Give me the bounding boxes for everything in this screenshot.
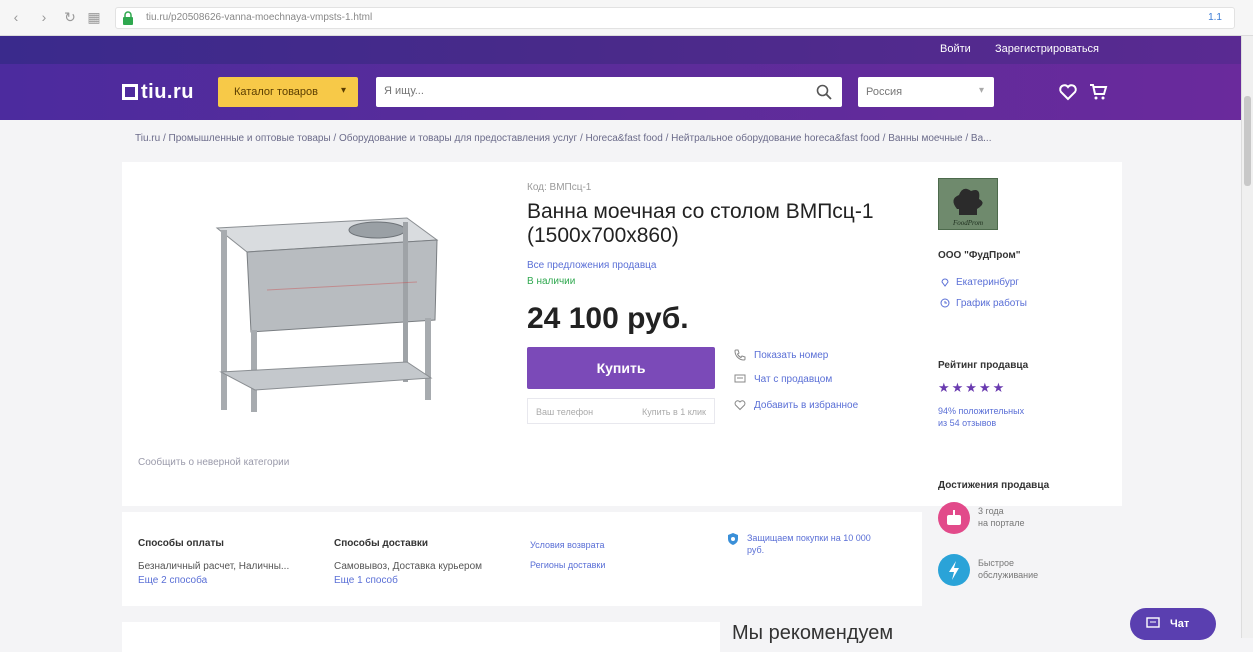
delivery-regions-link[interactable]: Регионы доставки [530,560,605,570]
cart-icon[interactable] [1088,82,1108,102]
show-phone-label: Показать номер [754,350,829,361]
payment-text: Безналичный расчет, Наличны... [138,561,290,572]
extension-label[interactable]: 1.1 [1208,12,1222,23]
lock-icon [123,11,133,25]
achievement-fast-text: Быстрое обслуживание [978,557,1038,581]
add-favorite-label: Добавить в избранное [754,400,859,411]
search-input[interactable] [384,85,804,97]
catalog-button[interactable]: Каталог товаров ▾ [218,77,358,107]
one-click-button[interactable]: Купить в 1 клик [642,407,706,417]
site-header: tiu.ru Каталог товаров ▾ Россия ▾ [0,64,1253,120]
chat-seller-label: Чат с продавцом [754,374,833,385]
availability-status: В наличии [527,276,576,287]
product-code: Код: ВМПсц-1 [527,182,592,193]
register-link[interactable]: Зарегистрироваться [995,43,1099,55]
logo-square-icon [122,84,138,100]
login-link[interactable]: Войти [940,43,971,55]
scroll-thumb[interactable] [1244,96,1251,186]
seller-name[interactable]: ООО "ФудПром" [938,250,1020,261]
seller-city: Екатеринбург [956,277,1019,288]
region-value: Россия [866,86,903,98]
url-text: tiu.ru/p20508626-vanna-moechnaya-vmpsts-… [146,12,373,23]
logo[interactable]: tiu.ru [122,81,194,104]
report-category-link[interactable]: Сообщить о неверной категории [138,457,289,468]
achievements-title: Достижения продавца [938,480,1050,491]
lower-card [122,622,720,652]
payment-methods: Способы оплаты Безналичный расчет, Налич… [138,538,289,586]
delivery-more-link[interactable]: Еще 1 способ [334,575,482,586]
product-title: Ванна моечная со столом ВМПсц-1 (1500х70… [527,200,874,247]
rating-stars: ★★★★★ [938,380,1007,395]
lightning-icon [938,554,970,586]
buy-button[interactable]: Купить [527,347,715,389]
rating-line-1: 94% положительных [938,406,1025,416]
phone-placeholder[interactable]: Ваш телефон [536,407,593,417]
address-bar[interactable]: tiu.ru/p20508626-vanna-moechnaya-vmpsts-… [115,7,1235,29]
phone-icon [734,349,746,361]
top-strip: Войти Зарегистрироваться [0,36,1253,64]
one-click-form[interactable]: Ваш телефон Купить в 1 клик [527,398,715,424]
heart-outline-icon [734,400,746,411]
product-image[interactable] [207,200,447,420]
catalog-label: Каталог товаров [234,86,318,98]
achievement-years-line-1: 3 года [978,506,1004,516]
chat-button[interactable]: Чат [1130,608,1216,640]
chat-icon [1146,617,1160,628]
seller-offers-link[interactable]: Все предложения продавца [527,260,656,271]
forward-icon[interactable]: › [36,9,52,25]
page-scrollbar[interactable] [1241,36,1253,638]
recommend-title: Мы рекомендуем [732,622,894,644]
achievement-fast-line-2: обслуживание [978,570,1039,580]
seller-logo-text: FoodProm [952,219,983,227]
region-select[interactable]: Россия ▾ [858,77,994,107]
search-box [376,77,842,107]
product-price: 24 100 руб. [527,302,689,335]
info-row: Способы оплаты Безналичный расчет, Налич… [122,512,922,606]
cake-icon [938,502,970,534]
search-icon[interactable] [816,84,832,100]
breadcrumb[interactable]: Tiu.ru / Промышленные и оптовые товары /… [135,133,1135,144]
return-conditions-link[interactable]: Условия возврата [530,540,605,550]
schedule-label: График работы [956,298,1027,309]
chat-label: Чат [1170,618,1190,630]
rating-title: Рейтинг продавца [938,360,1029,371]
achievement-fast-service: Быстрое обслуживание [938,554,1088,590]
achievement-fast-line-1: Быстрое [978,558,1015,568]
browser-toolbar: ‹ › ↻ ▦ tiu.ru/p20508626-vanna-moechnaya… [0,0,1253,36]
achievement-years-text: 3 года на портале [978,505,1024,529]
payment-more-link[interactable]: Еще 2 способа [138,575,289,586]
achievement-years: 3 года на портале [938,502,1088,538]
delivery-text: Самовывоз, Доставка курьером [334,561,483,572]
clock-icon [940,298,950,308]
achievement-years-line-2: на портале [978,518,1025,528]
protection-text: Защищаем покупки на 10 000 руб. [747,533,871,555]
chevron-down-icon: ▾ [978,85,984,96]
reload-icon[interactable]: ↻ [62,9,78,25]
grid-icon[interactable]: ▦ [86,9,102,25]
logo-text: tiu.ru [141,81,194,103]
shield-icon [728,533,738,545]
seller-logo[interactable]: FoodProm [938,178,998,230]
heart-icon[interactable] [1058,82,1078,102]
chef-hat-icon: FoodProm [952,188,983,227]
delivery-title: Способы доставки [334,538,429,549]
payment-title: Способы оплаты [138,538,224,549]
chat-icon [734,374,746,383]
rating-summary-link[interactable]: 94% положительных из 54 отзывов [938,405,1024,429]
location-pin-icon [941,278,949,287]
rating-line-2: из 54 отзывов [938,418,997,428]
back-icon[interactable]: ‹ [8,9,24,25]
chevron-down-icon: ▾ [340,85,346,96]
delivery-methods: Способы доставки Самовывоз, Доставка кур… [334,538,482,586]
